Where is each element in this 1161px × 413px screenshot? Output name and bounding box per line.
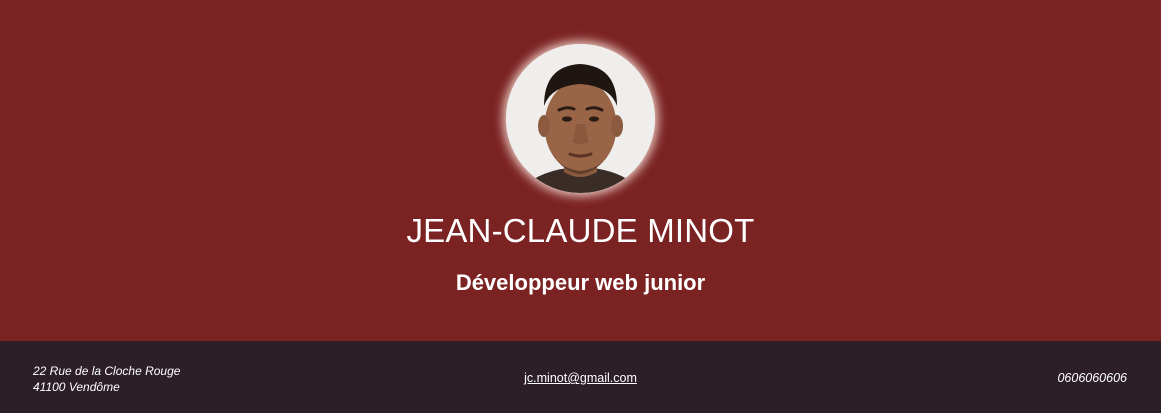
contact-footer: 22 Rue de la Cloche Rouge 41100 Vendôme … <box>0 341 1161 413</box>
phone-number: 0606060606 <box>1057 371 1127 385</box>
job-title: Développeur web junior <box>455 270 706 295</box>
email-link[interactable]: jc.minot@gmail.com <box>0 370 1161 386</box>
profile-photo <box>506 44 655 193</box>
profile-header: JEAN-CLAUDE MINOT Développeur web junior <box>0 0 1161 341</box>
person-name: JEAN-CLAUDE MINOT <box>406 212 755 249</box>
